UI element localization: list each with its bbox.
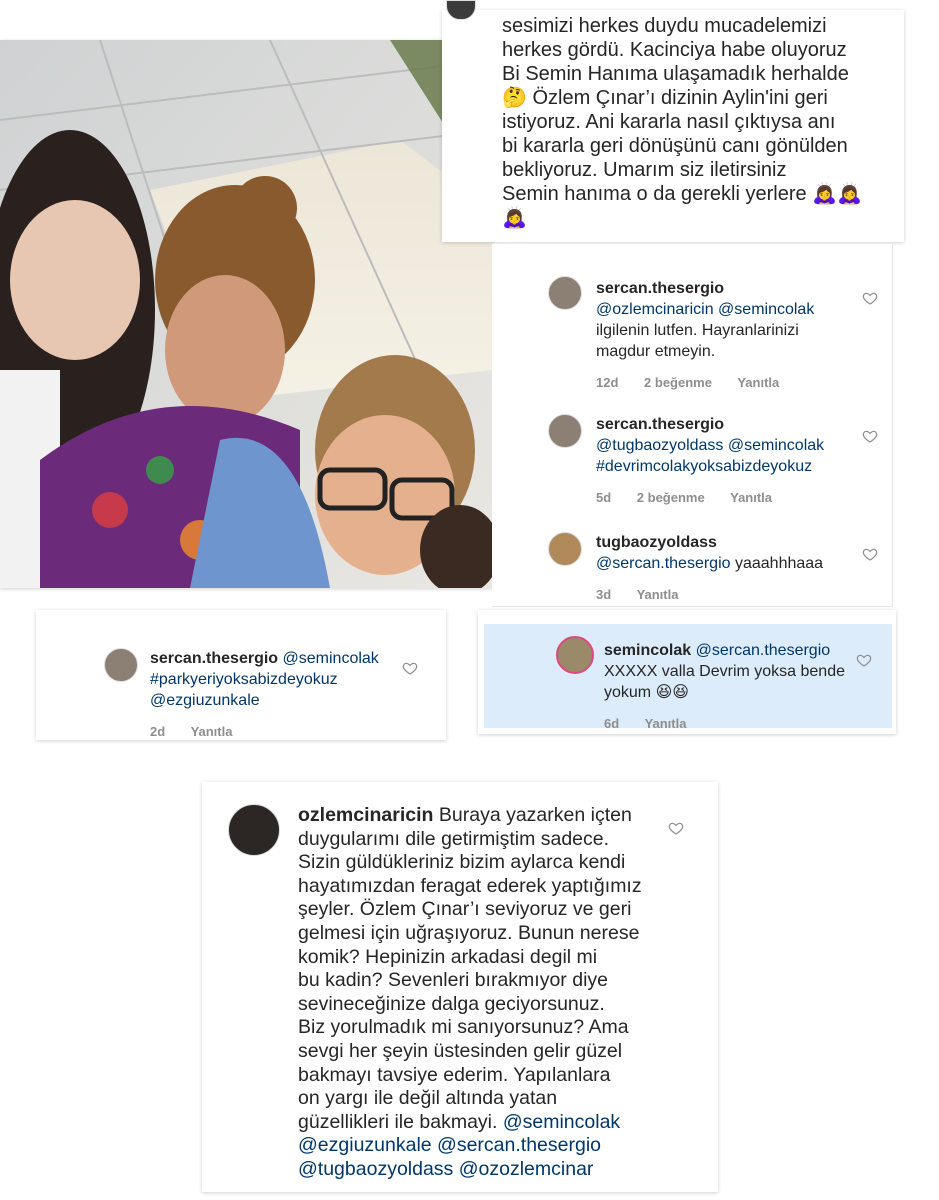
comment: sercan.thesergio @tugbaozyoldass @seminc…: [492, 374, 892, 505]
comment-line: bu kadin? Sevenleri bırakmıyor diye: [298, 969, 608, 992]
reply-button[interactable]: Yanıtla: [637, 587, 679, 602]
comment-line: Sizin güldükleriniz bizim aylarca kendi: [298, 851, 626, 874]
comment-body: ozlemcinaricin Buraya yazarken içten duy…: [298, 804, 678, 1182]
caption-text: sesimizi herkes duydu mucadelemizi herke…: [502, 14, 902, 230]
comment-username[interactable]: sercan.thesergio: [150, 650, 278, 667]
avatar[interactable]: [556, 636, 594, 674]
comment-line: duygularımı dile getirmiştim sadece.: [298, 827, 610, 850]
comment-mentions[interactable]: @ozlemcinaricin @semincolak: [596, 299, 876, 320]
comment-mention[interactable]: @semincolak: [283, 650, 379, 667]
comment-mention[interactable]: @tugbaozyoldass: [298, 1158, 453, 1180]
comment-text: yaaahhhaaa: [730, 555, 824, 572]
comment-line: sevineceğinize dalga geciyorsunuz.: [298, 992, 605, 1015]
comment-line: sevgi her şeyin üstesinden gelir güzel: [298, 1039, 623, 1062]
heart-icon[interactable]: [862, 290, 878, 306]
comment-mention[interactable]: @ozozlemcinar: [459, 1158, 594, 1180]
comment: tugbaozyoldass @sercan.thesergio yaaahhh…: [492, 494, 892, 604]
comment-card-bottom: ozlemcinaricin Buraya yazarken içten duy…: [202, 782, 718, 1192]
comment-hashtag[interactable]: #parkyeriyoksabizdeyokuz: [150, 669, 410, 690]
comment-time: 3d: [596, 587, 612, 602]
heart-icon[interactable]: [862, 546, 878, 562]
comment-line: bakmayı tavsiye ederim. Yapılanlara: [298, 1063, 611, 1086]
comment-username[interactable]: sercan.thesergio: [596, 278, 876, 299]
comment-text: XXXXX valla Devrim yoksa bende: [604, 663, 845, 680]
comment-card-left: sercan.thesergio @semincolak #parkyeriyo…: [36, 610, 446, 740]
comment-line: komik? Hepinizin arkadasi degil mi: [298, 945, 598, 968]
avatar[interactable]: [228, 804, 280, 856]
caption-line: Bi Semin Hanıma ulaşamadık herhalde: [502, 63, 849, 85]
caption-line: bi kararla geri dönüşünü canı gönülden: [502, 135, 848, 157]
comment-mentions[interactable]: @sercan.thesergio: [596, 555, 731, 572]
caption-line: istiyoruz. Ani kararla nasıl çıktıysa an…: [502, 111, 836, 133]
heart-icon[interactable]: [856, 652, 872, 668]
comment-line: hayatımızdan feragat ederek yaptığımız: [298, 874, 642, 897]
comment-text: ilgilenin lutfen. Hayranlarinizi: [596, 322, 799, 339]
comment-line: Biz yorulmadık mi sanıyorsunuz? Ama: [298, 1016, 629, 1039]
comment-mention[interactable]: @sercan.thesergio: [437, 1134, 601, 1156]
comments-card-right: sercan.thesergio @ozlemcinaricin @seminc…: [492, 244, 893, 607]
selfie-photo: [0, 40, 492, 588]
comment-username[interactable]: tugbaozyoldass: [596, 532, 876, 553]
caption-line: bekliyoruz. Umarım siz iletirsiniz: [502, 159, 787, 181]
comment-text: yokum 😆😆: [604, 684, 689, 701]
comment-mention[interactable]: @ezgiuzunkale: [298, 1134, 432, 1156]
comment-line: güzellikleri ile bakmayi.: [298, 1110, 498, 1133]
heart-icon[interactable]: [402, 660, 418, 676]
comment-line: gelmesi için uğraşıyoruz. Bunun nerese: [298, 921, 640, 944]
comment-mentions[interactable]: @tugbaozyoldass @semincolak: [596, 435, 876, 456]
caption-line: 🤔 Özlem Çınar’ı dizinin Aylin'ini geri: [502, 87, 828, 109]
comment-line: on yargı ile değil altında yatan: [298, 1087, 558, 1110]
avatar[interactable]: [548, 276, 582, 310]
caption-card: sesimizi herkes duydu mucadelemizi herke…: [442, 0, 904, 242]
heart-icon[interactable]: [668, 820, 684, 836]
comment-mention[interactable]: @sercan.thesergio: [696, 642, 831, 659]
caption-line: 🙇‍♀️: [502, 207, 527, 229]
avatar[interactable]: [548, 532, 582, 566]
comment-username[interactable]: semincolak: [604, 642, 691, 659]
comment: sercan.thesergio @ozlemcinaricin @seminc…: [492, 244, 892, 390]
comment-time: 6d: [604, 716, 620, 731]
comment-time: 2d: [150, 724, 166, 739]
comment-username[interactable]: ozlemcinaricin: [298, 804, 433, 826]
caption-line: herkes gördü. Kacinciya habe oluyoruz: [502, 39, 847, 61]
caption-line: Semin hanıma o da gerekli yerlere 🙇‍♀️🙇‍…: [502, 183, 862, 205]
avatar[interactable]: [548, 414, 582, 448]
comment-text: magdur etmeyin.: [596, 343, 716, 360]
caption-line: sesimizi herkes duydu mucadelemizi: [502, 15, 827, 37]
heart-icon[interactable]: [862, 428, 878, 444]
comment-mention[interactable]: @semincolak: [503, 1111, 620, 1133]
reply-button[interactable]: Yanıtla: [191, 724, 233, 739]
comment-line: şeyler. Özlem Çınar’ı seviyoruz ve geri: [298, 898, 632, 921]
comment-mention[interactable]: @ezgiuzunkale: [150, 690, 410, 711]
reply-button[interactable]: Yanıtla: [645, 716, 687, 731]
comment-username[interactable]: sercan.thesergio: [596, 414, 876, 435]
comment-hashtag[interactable]: #devrimcolakyoksabizdeyokuz: [596, 456, 876, 477]
comment-text: Buraya yazarken içten: [433, 804, 632, 826]
avatar[interactable]: [104, 648, 138, 682]
avatar: [446, 0, 476, 20]
comment-card-highlight: semincolak @sercan.thesergio XXXXX valla…: [478, 610, 896, 734]
